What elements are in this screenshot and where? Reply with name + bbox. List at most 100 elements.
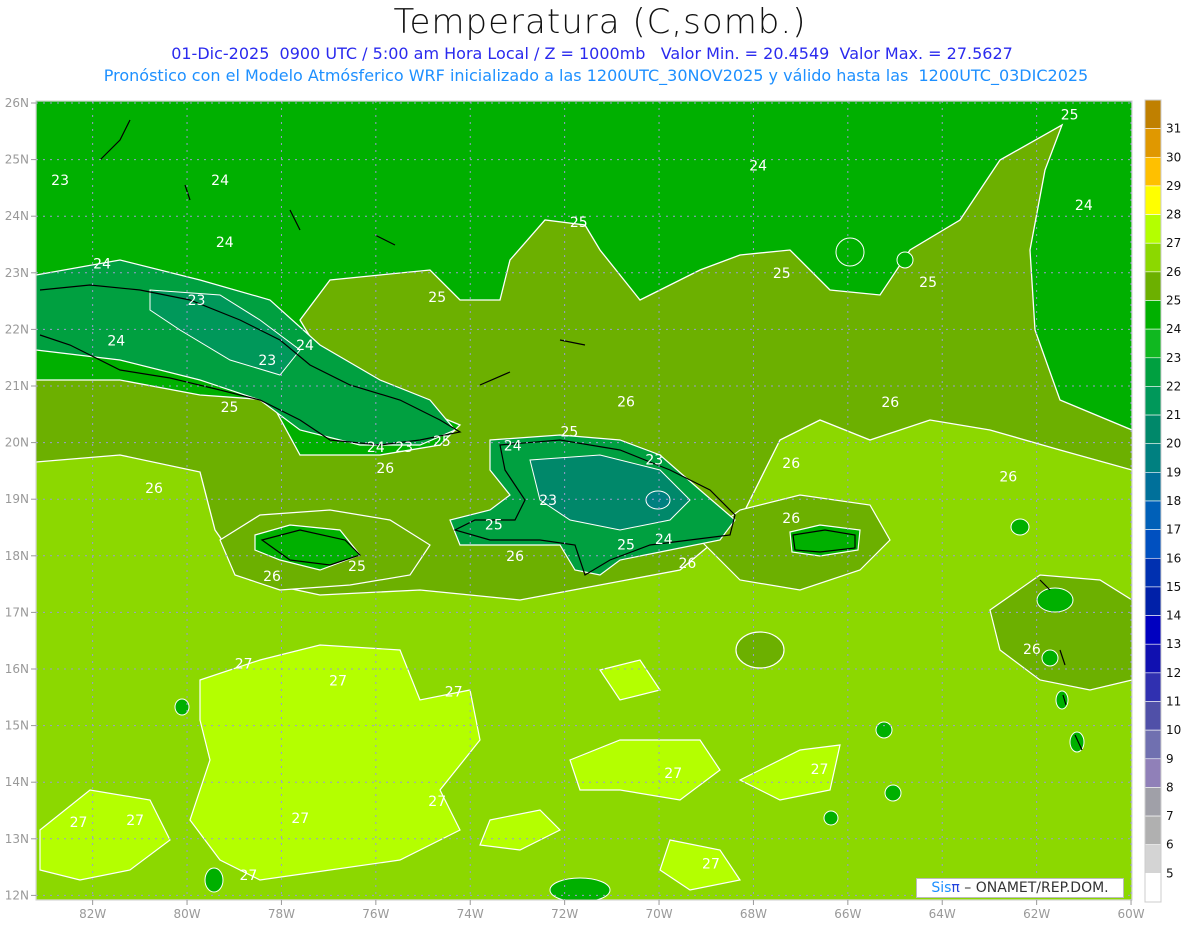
- contour-label: 26: [1023, 642, 1041, 658]
- contour-label: 27: [70, 815, 88, 831]
- colorbar-label: 28: [1166, 208, 1181, 222]
- colorbar-swatch: [1144, 214, 1162, 244]
- lat-label: 14N: [5, 775, 29, 789]
- colorbar-swatch: [1144, 615, 1162, 645]
- lon-label: 72W: [551, 907, 578, 921]
- contour-label: 25: [570, 215, 588, 231]
- contour-label: 24: [504, 438, 522, 454]
- colorbar-swatch: [1144, 300, 1162, 330]
- contour-label: 23: [539, 493, 557, 509]
- lon-label: 64W: [929, 907, 956, 921]
- contour-label: 25: [428, 290, 446, 306]
- contour-label: 24: [367, 440, 385, 456]
- colorbar-swatch: [1144, 701, 1162, 731]
- colorbar-swatch: [1144, 271, 1162, 301]
- lon-label: 62W: [1023, 907, 1050, 921]
- colorbar-label: 23: [1166, 351, 1181, 365]
- colorbar-swatch: [1144, 873, 1162, 903]
- contour-label: 27: [428, 794, 446, 810]
- colorbar-swatch: [1144, 529, 1162, 559]
- colorbar-swatch: [1144, 672, 1162, 702]
- contour-label: 26: [145, 481, 163, 497]
- contour-label: 26: [376, 461, 394, 477]
- contour-label: 25: [919, 275, 937, 291]
- colorbar-label: 22: [1166, 379, 1181, 393]
- latitude-axis: 26N 25N 24N 23N 22N 21N 20N 19N 18N 17N 16N 15N 14N 1…: [5, 96, 36, 902]
- contour-label: 23: [258, 353, 276, 369]
- credit-box: Sisπ – ONAMET/REP.DOM.: [916, 878, 1124, 898]
- colorbar-swatch: [1144, 787, 1162, 817]
- contour-label: 25: [560, 424, 578, 440]
- lon-label: 80W: [173, 907, 200, 921]
- lon-label: 76W: [362, 907, 389, 921]
- colorbar-label: 10: [1166, 723, 1181, 737]
- colorbar-swatch: [1144, 99, 1162, 129]
- colorbar-label: 7: [1166, 809, 1174, 823]
- colorbar-swatch: [1144, 128, 1162, 158]
- contour-label: 26: [617, 394, 635, 410]
- contour-label: 26: [881, 395, 899, 411]
- lat-label: 22N: [5, 322, 29, 336]
- contour-label: 27: [235, 656, 253, 672]
- contour-label: 27: [664, 766, 682, 782]
- colorbar-swatch: [1144, 156, 1162, 187]
- contour-label: 23: [395, 440, 413, 456]
- temperature-map: 23 24 24 24 23 24 23 24 25 24 23 25 26 26 25 24 25 24 25 25…: [5, 96, 1182, 921]
- lat-label: 15N: [5, 719, 29, 733]
- lat-label: 25N: [5, 153, 29, 167]
- contour-label: 27: [239, 868, 257, 884]
- colorbar-label: 24: [1166, 322, 1181, 336]
- colorbar-label: 5: [1166, 866, 1174, 880]
- colorbar-swatch: [1144, 500, 1162, 530]
- brand-pi: π: [951, 880, 960, 896]
- colorbar-swatch: [1144, 242, 1162, 273]
- contour-label: 27: [291, 811, 309, 827]
- lon-label: 60W: [1117, 907, 1144, 921]
- lat-label: 21N: [5, 379, 29, 393]
- contour-label: 25: [1061, 107, 1079, 123]
- lat-label: 16N: [5, 662, 29, 676]
- contour-label: 25: [773, 266, 791, 282]
- colorbar-label: 9: [1166, 752, 1174, 766]
- contour-label: 24: [296, 338, 314, 354]
- contour-label: 25: [617, 537, 635, 553]
- colorbar-swatch: [1144, 328, 1162, 359]
- contour-label: 24: [216, 235, 234, 251]
- lat-label: 18N: [5, 549, 29, 563]
- colorbar-label: 17: [1166, 523, 1181, 537]
- contour-label: 24: [107, 334, 125, 350]
- field-patch: [735, 631, 785, 669]
- colorbar-label: 20: [1166, 437, 1181, 451]
- colorbar-label: 26: [1166, 265, 1181, 279]
- contour-label: 26: [263, 569, 281, 585]
- colorbar-swatch: [1144, 472, 1162, 502]
- lat-label: 23N: [5, 266, 29, 280]
- colorbar-swatch: [1144, 844, 1162, 874]
- contour-label: 23: [645, 453, 663, 469]
- lon-label: 66W: [834, 907, 861, 921]
- colorbar-swatch: [1144, 586, 1162, 616]
- lat-label: 20N: [5, 436, 29, 450]
- colorbar-swatch: [1144, 386, 1162, 416]
- contour-label: 24: [93, 257, 111, 273]
- colorbar-label: 11: [1166, 695, 1181, 709]
- colorbar-label: 27: [1166, 236, 1181, 250]
- colorbar-label: 16: [1166, 551, 1181, 565]
- temperature-field: 23 24 24 24 23 24 23 24 25 24 23 25 26 26 25 24 25 24 25 25…: [36, 101, 1132, 900]
- colorbar-label: 31: [1166, 122, 1181, 136]
- contour-label: 24: [211, 173, 229, 189]
- colorbar-label: 14: [1166, 609, 1181, 623]
- contour-label: 24: [655, 532, 673, 548]
- contour-label: 27: [445, 685, 463, 701]
- colorbar-label: 18: [1166, 494, 1181, 508]
- colorbar-swatch: [1144, 414, 1162, 445]
- contour-label: 27: [329, 673, 347, 689]
- lat-label: 17N: [5, 605, 29, 619]
- contour-label: 26: [678, 556, 696, 572]
- colorbar-label: 19: [1166, 465, 1181, 479]
- contour-label: 26: [506, 549, 524, 565]
- colorbar-label: 30: [1166, 150, 1181, 164]
- brand-sis: Sis: [931, 880, 952, 896]
- lat-label: 12N: [5, 888, 29, 902]
- colorbar-label: 15: [1166, 580, 1181, 594]
